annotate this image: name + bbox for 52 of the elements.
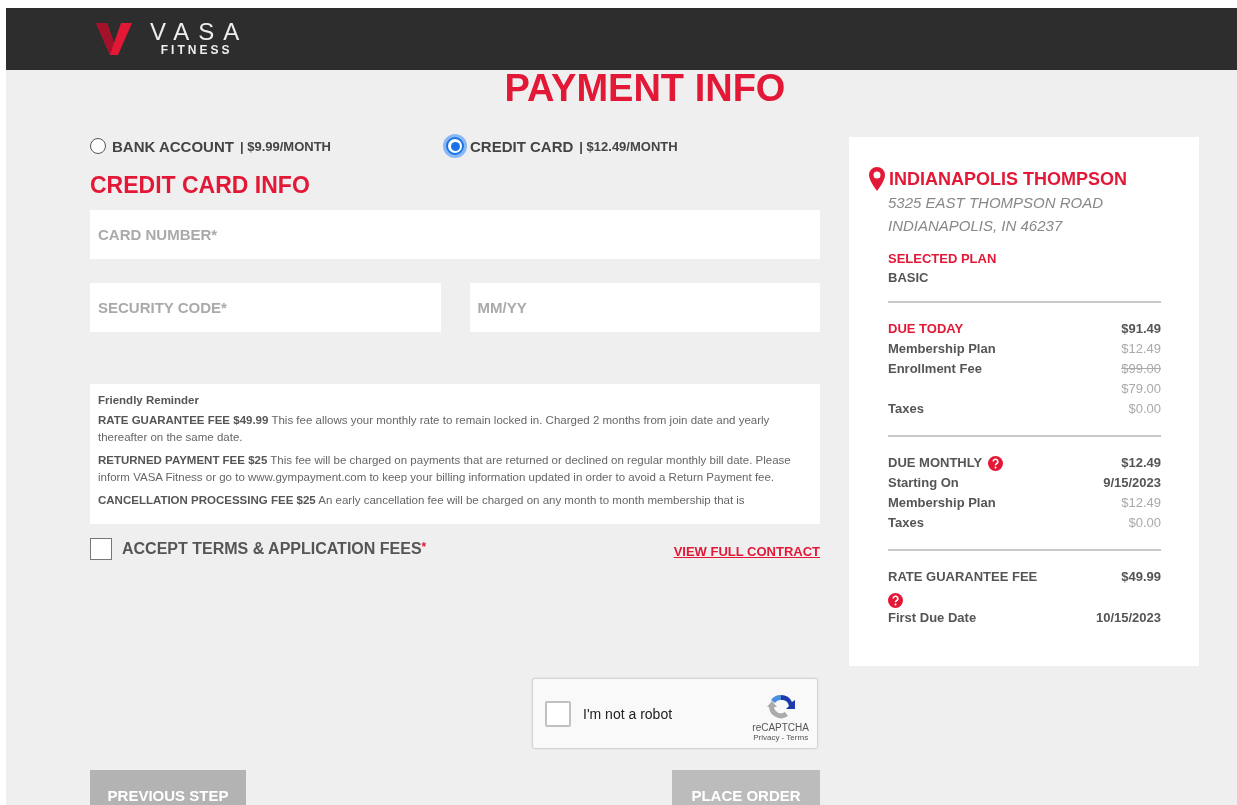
summary-label: First Due Date xyxy=(888,609,977,627)
radio-button[interactable] xyxy=(90,138,106,154)
summary-label: Taxes xyxy=(888,514,924,532)
summary-value: $12.49 xyxy=(1121,494,1161,512)
summary-label: DUE TODAY xyxy=(888,320,964,338)
map-pin-icon xyxy=(869,167,885,191)
logo-subtitle: FITNESS xyxy=(159,43,233,57)
option-label[interactable]: CREDIT CARD xyxy=(470,137,574,155)
summary-label: Taxes xyxy=(888,400,924,418)
captcha-links[interactable]: Privacy - Terms xyxy=(753,732,809,742)
reminder-paragraph: CANCELLATION PROCESSING FEE $25 An early cancellation fee will be charged on any month to month membership that is xyxy=(98,493,746,508)
summary-value: 9/15/2023 xyxy=(1103,474,1161,492)
page-title: PAYMENT INFO xyxy=(503,68,787,108)
captcha-brand: reCAPTCHA xyxy=(752,721,809,733)
checkbox[interactable] xyxy=(90,538,112,560)
input-field[interactable]: MM/YY xyxy=(469,283,820,332)
summary-value: $12.49 xyxy=(1121,454,1161,472)
reminder-paragraph: RETURNED PAYMENT FEE $25 This fee will be charged on payments that are returned or declined on regular monthly bill date. Please inform VASA Fitness or go to www.gympayment.com to keep your billing information updated in order to avoid a Return Payment fee. xyxy=(98,453,792,485)
plan-label: SELECTED PLAN xyxy=(888,251,998,266)
captcha-label: I'm not a robot xyxy=(583,705,674,722)
option-label[interactable]: BANK ACCOUNT xyxy=(112,137,234,155)
terms-label[interactable]: ACCEPT TERMS & APPLICATION FEES* xyxy=(122,540,427,558)
address-line: INDIANAPOLIS, IN 46237 xyxy=(887,216,1064,236)
input-field[interactable]: CARD NUMBER* xyxy=(90,210,820,259)
summary-label: DUE MONTHLY xyxy=(888,454,983,472)
location-name: INDIANAPOLIS THOMPSON xyxy=(889,168,1127,190)
section-title: CREDIT CARD INFO xyxy=(90,172,311,198)
logo-wordmark: VASA xyxy=(149,21,249,43)
summary-value: $79.00 xyxy=(1121,380,1161,398)
option-price: | $9.99/MONTH xyxy=(239,138,331,154)
summary-label: Membership Plan xyxy=(888,340,996,358)
radio-button[interactable] xyxy=(446,137,464,155)
captcha-checkbox[interactable] xyxy=(545,700,571,727)
logo-v-icon xyxy=(96,23,132,55)
contract-link[interactable]: VIEW FULL CONTRACT xyxy=(673,544,820,559)
option-price: | $12.49/MONTH xyxy=(579,138,678,154)
summary-label: Membership Plan xyxy=(888,494,996,512)
input-field[interactable]: SECURITY CODE* xyxy=(90,283,441,332)
summary-label: Enrollment Fee xyxy=(888,360,982,378)
summary-label: Starting On xyxy=(888,474,959,492)
summary-value: $99.00 xyxy=(1121,360,1161,378)
summary-value: $0.00 xyxy=(1128,400,1161,418)
reminder-title: Friendly Reminder xyxy=(98,394,200,406)
summary-label: RATE GUARANTEE FEE xyxy=(888,568,1038,586)
reminder-paragraph: RATE GUARANTEE FEE $49.99 This fee allows your monthly rate to remain locked in. Charged 2 months from join date and yearly thereafter on the same date. xyxy=(98,413,771,445)
summary-value: 10/15/2023 xyxy=(1095,609,1161,627)
plan-name: BASIC xyxy=(888,270,930,285)
address-line: 5325 EAST THOMPSON ROAD xyxy=(887,193,1105,213)
summary-value: $12.49 xyxy=(1121,340,1161,358)
summary-value: $49.99 xyxy=(1121,568,1161,586)
summary-value: $91.49 xyxy=(1121,320,1161,338)
summary-value: $0.00 xyxy=(1128,514,1161,532)
